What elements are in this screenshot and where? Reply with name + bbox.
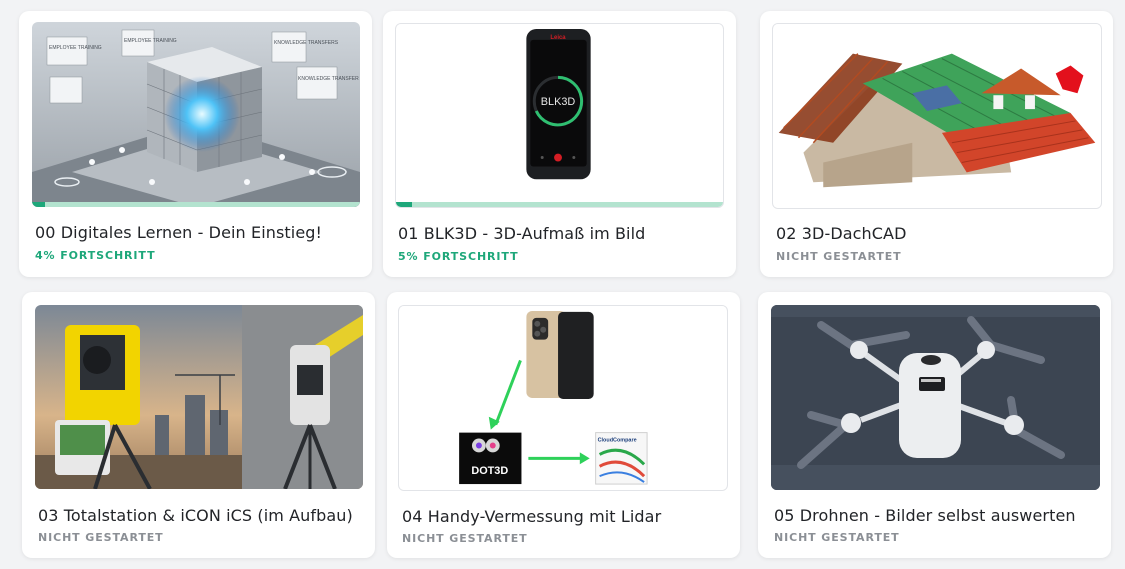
course-title[interactable]: 02 3D-DachCAD [776, 224, 907, 243]
course-thumbnail[interactable] [771, 305, 1100, 490]
diagram-label: EMPLOYEE TRAINING [49, 45, 102, 51]
course-title[interactable]: 04 Handy-Vermessung mit Lidar [402, 507, 661, 526]
course-status: NICHT GESTARTET [38, 531, 164, 544]
course-thumbnail[interactable]: Leica BLK3D [395, 23, 724, 208]
course-card-drohnen[interactable]: 05 Drohnen - Bilder selbst auswerten NIC… [758, 292, 1111, 558]
diagram-label: KNOWLEDGE TRANSFERS [274, 40, 339, 46]
course-thumbnail[interactable]: DOT3D CloudCompare [398, 305, 728, 491]
ai-cube-illustration-image: EMPLOYEE TRAINING EMPLOYEE TRAINING KNOW… [32, 22, 360, 207]
course-card-dachcad[interactable]: 02 3D-DachCAD NICHT GESTARTET [760, 11, 1113, 277]
course-status: NICHT GESTARTET [774, 531, 900, 544]
course-card-totalstation[interactable]: 03 Totalstation & iCON iCS (im Aufbau) N… [22, 292, 375, 558]
total-station-image [35, 305, 363, 489]
progress-bar-fill [396, 202, 413, 207]
roof-render-image [773, 24, 1101, 208]
course-thumbnail[interactable]: EMPLOYEE TRAINING EMPLOYEE TRAINING KNOW… [32, 22, 360, 207]
lidar-workflow-image: DOT3D CloudCompare [399, 306, 727, 490]
drone-photo-image [771, 305, 1100, 490]
progress-bar [396, 202, 723, 207]
course-status: NICHT GESTARTET [402, 532, 528, 545]
course-thumbnail[interactable] [772, 23, 1102, 209]
course-status: NICHT GESTARTET [776, 250, 902, 263]
course-title[interactable]: 03 Totalstation & iCON iCS (im Aufbau) [38, 506, 353, 525]
device-screen-label: BLK3D [541, 96, 576, 108]
diagram-label: KNOWLEDGE TRANSFER [298, 76, 359, 82]
course-title[interactable]: 05 Drohnen - Bilder selbst auswerten [774, 506, 1076, 525]
svg-text:Leica: Leica [550, 35, 566, 41]
app-logo-label: DOT3D [471, 465, 508, 477]
course-card-digitales-lernen[interactable]: EMPLOYEE TRAINING EMPLOYEE TRAINING KNOW… [19, 11, 372, 277]
progress-bar-fill [32, 202, 46, 207]
course-title[interactable]: 00 Digitales Lernen - Dein Einstieg! [35, 223, 322, 242]
course-card-handy-vermessung[interactable]: DOT3D CloudCompare 04 Handy-Vermessung m… [387, 292, 740, 558]
course-status: 4% FORTSCHRITT [35, 249, 156, 262]
course-title[interactable]: 01 BLK3D - 3D-Aufmaß im Bild [398, 224, 645, 243]
course-thumbnail[interactable] [35, 305, 363, 489]
app-logo-label: CloudCompare [598, 438, 637, 444]
blk3d-device-image: Leica BLK3D [396, 24, 723, 207]
progress-bar [32, 202, 360, 207]
course-card-blk3d[interactable]: Leica BLK3D 01 BLK3D - 3D-Aufmaß im Bild… [383, 11, 736, 277]
course-status: 5% FORTSCHRITT [398, 250, 519, 263]
diagram-label: EMPLOYEE TRAINING [124, 38, 177, 44]
